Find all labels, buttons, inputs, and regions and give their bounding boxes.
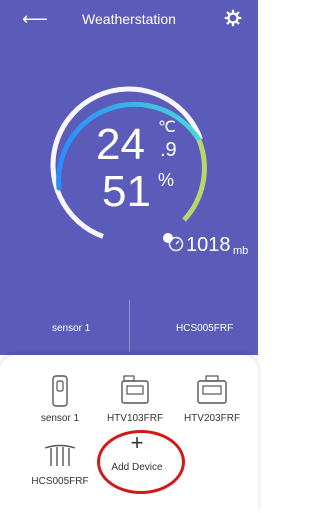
device-label: HTV103FRF	[106, 413, 164, 424]
temperature-probe-icon	[44, 444, 76, 466]
device-label: sensor 1	[40, 413, 80, 424]
sensor-tab-left[interactable]: sensor 1	[52, 323, 90, 334]
device-item[interactable]: HTV203FRF	[172, 375, 252, 424]
pressure-value: 1018	[186, 234, 231, 256]
device-item[interactable]: HTV103FRF	[95, 375, 175, 424]
sensor-tab-right[interactable]: HCS005FRF	[176, 323, 233, 334]
device-item[interactable]: sensor 1	[20, 375, 100, 424]
temperature-unit: ℃	[158, 119, 176, 136]
sensor-divider	[129, 300, 130, 352]
humidity-unit: %	[158, 170, 175, 190]
weather-panel: ⟵ Weatherstation 24 ℃ .9 51 % 1018 mb se…	[0, 0, 258, 355]
temperature-decimal: .9	[160, 139, 177, 161]
sensor-icon	[52, 375, 68, 407]
device-item[interactable]: HCS005FRF	[20, 444, 100, 487]
highlight-circle	[97, 430, 185, 494]
header: ⟵ Weatherstation	[0, 0, 258, 40]
barometer-icon	[168, 236, 184, 252]
thermostat-valve-icon	[121, 375, 149, 404]
dual-valve-icon	[197, 375, 227, 404]
device-label: HCS005FRF	[31, 476, 89, 487]
device-label: HTV203FRF	[183, 413, 241, 424]
pressure-unit: mb	[233, 245, 249, 257]
page-title: Weatherstation	[82, 11, 176, 27]
gear-icon[interactable]	[224, 9, 242, 27]
humidity-value: 51	[102, 167, 151, 216]
temperature-value: 24	[96, 120, 145, 169]
